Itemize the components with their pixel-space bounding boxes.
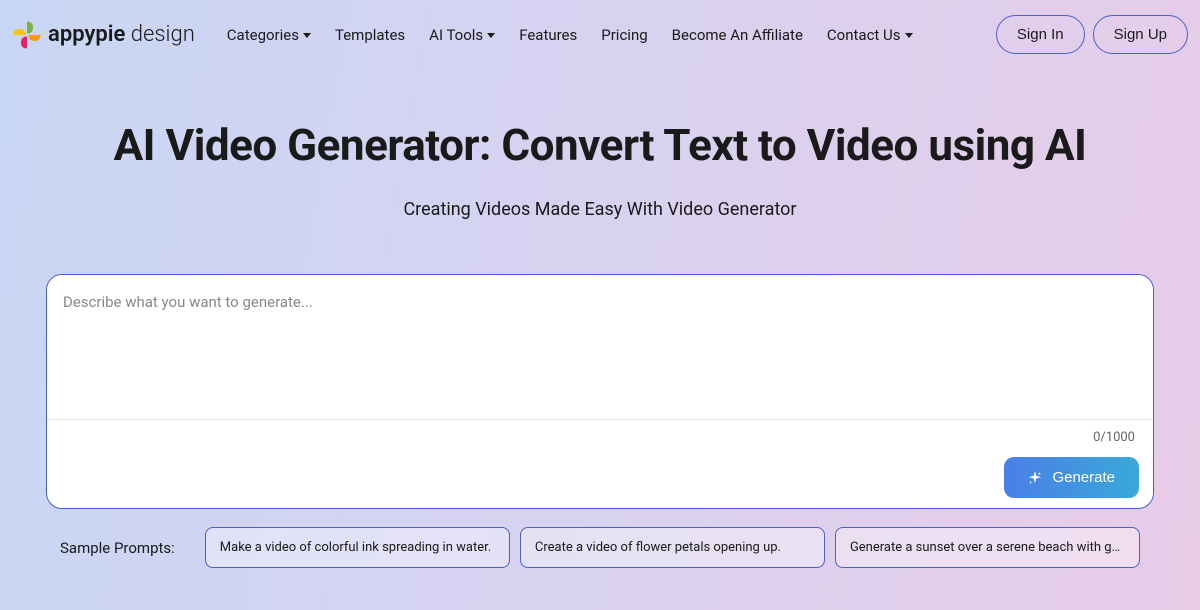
sample-prompt-chip[interactable]: Generate a sunset over a serene beach wi… <box>835 527 1140 568</box>
nav-ai-tools[interactable]: AI Tools <box>429 26 495 44</box>
sample-prompt-chip[interactable]: Create a video of flower petals opening … <box>520 527 825 568</box>
nav-pricing[interactable]: Pricing <box>601 26 647 44</box>
char-count: 0/1000 <box>1089 420 1139 451</box>
nav-affiliate[interactable]: Become An Affiliate <box>672 26 803 44</box>
nav-features[interactable]: Features <box>519 26 577 44</box>
brand-logo[interactable]: appypie design <box>12 20 195 50</box>
nav-categories-label: Categories <box>227 26 299 44</box>
hero-section: AI Video Generator: Convert Text to Vide… <box>0 69 1200 250</box>
page-title: AI Video Generator: Convert Text to Vide… <box>40 119 1160 171</box>
chevron-down-icon <box>905 33 913 38</box>
sample-prompt-chip[interactable]: Make a video of colorful ink spreading i… <box>205 527 510 568</box>
appypie-logo-icon <box>12 20 42 50</box>
samples-label: Sample Prompts: <box>60 539 175 557</box>
prompt-input[interactable] <box>47 275 1153 415</box>
chevron-down-icon <box>303 33 311 38</box>
generate-label: Generate <box>1052 469 1115 486</box>
main-nav: Categories Templates AI Tools Features P… <box>227 26 988 44</box>
prompt-box: 0/1000 Generate <box>46 274 1154 509</box>
sample-prompts-row: Sample Prompts: Make a video of colorful… <box>0 509 1200 568</box>
nav-contact-label: Contact Us <box>827 26 901 44</box>
nav-categories[interactable]: Categories <box>227 26 311 44</box>
prompt-toolbar: Generate <box>47 451 1139 508</box>
header-bar: appypie design Categories Templates AI T… <box>0 0 1200 69</box>
sign-in-button[interactable]: Sign In <box>996 15 1085 54</box>
generate-button[interactable]: Generate <box>1004 457 1139 498</box>
nav-contact[interactable]: Contact Us <box>827 26 913 44</box>
sparkle-icon <box>1028 471 1042 485</box>
chevron-down-icon <box>487 33 495 38</box>
sign-up-button[interactable]: Sign Up <box>1093 15 1188 54</box>
brand-text: appypie design <box>48 22 195 47</box>
auth-buttons: Sign In Sign Up <box>996 15 1188 54</box>
nav-templates[interactable]: Templates <box>335 26 405 44</box>
page-subtitle: Creating Videos Made Easy With Video Gen… <box>40 199 1160 220</box>
prompt-footer: 0/1000 Generate <box>47 419 1153 508</box>
nav-ai-tools-label: AI Tools <box>429 26 483 44</box>
sample-chips: Make a video of colorful ink spreading i… <box>205 527 1140 568</box>
